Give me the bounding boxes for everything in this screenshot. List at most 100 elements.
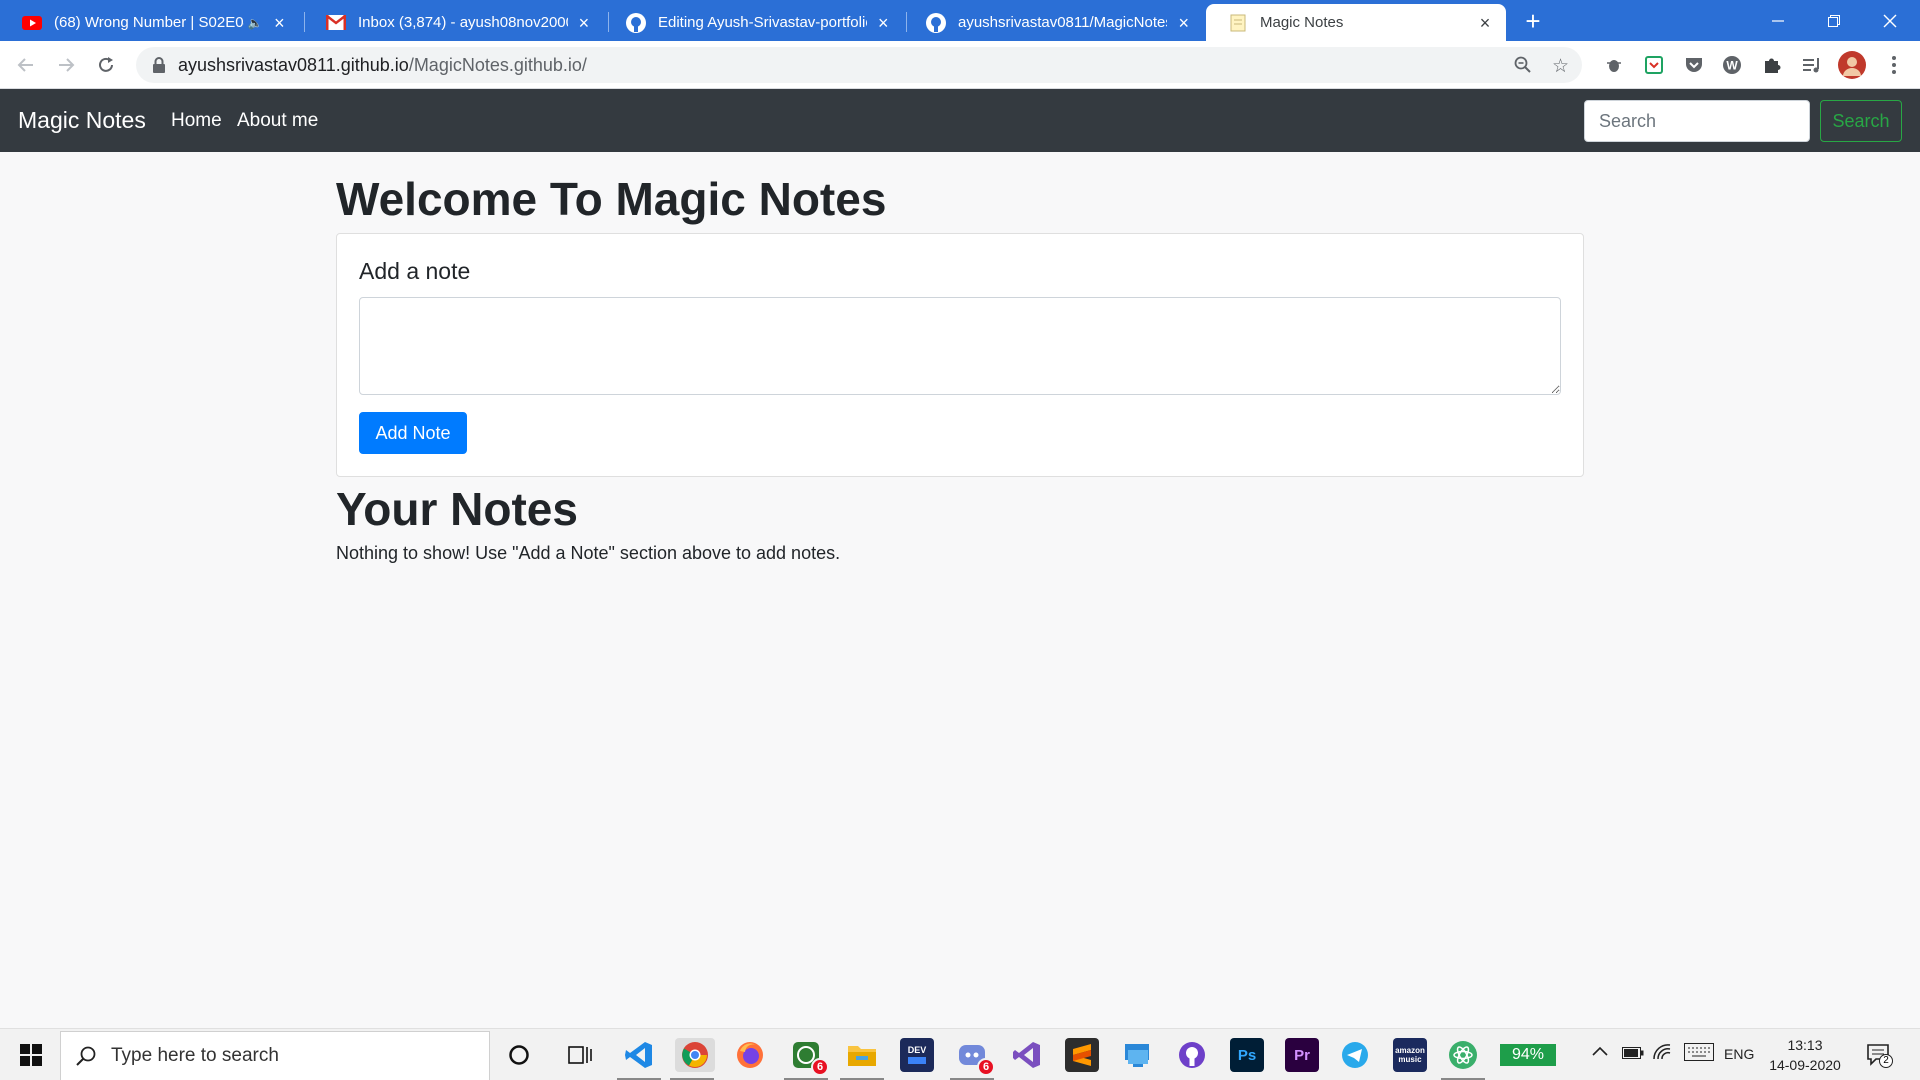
forward-arrow-icon: [59, 58, 75, 72]
battery-percentage[interactable]: 94%: [1500, 1044, 1556, 1066]
profile-avatar[interactable]: [1838, 51, 1866, 79]
extension-wordpress-icon[interactable]: W: [1720, 53, 1744, 77]
browser-tab-gmail[interactable]: Inbox (3,874) - ayush08nov2000@ ×: [304, 4, 604, 41]
close-window-button[interactable]: [1862, 0, 1918, 41]
clock-time: 13:13: [1787, 1037, 1823, 1053]
empty-notes-message: Nothing to show! Use "Add a Note" sectio…: [336, 543, 841, 563]
browser-tab-magic-notes[interactable]: Magic Notes ×: [1206, 4, 1506, 41]
photoshop-icon[interactable]: Ps: [1230, 1038, 1264, 1072]
wifi-icon[interactable]: [1652, 1043, 1672, 1064]
extension-bug-icon[interactable]: [1602, 53, 1626, 77]
tab-close-icon[interactable]: ×: [1476, 14, 1494, 32]
gmail-icon: [326, 13, 346, 33]
keyboard-icon[interactable]: [1684, 1043, 1714, 1064]
restore-button[interactable]: [1806, 0, 1862, 41]
file-explorer-icon[interactable]: [840, 1038, 884, 1080]
restore-icon: [1828, 14, 1840, 27]
sublime-text-icon[interactable]: [1065, 1038, 1099, 1072]
card-title: Add a note: [359, 258, 471, 284]
site-navbar: Magic Notes Home About me Search: [0, 89, 1920, 152]
svg-text:DEV: DEV: [908, 1045, 927, 1055]
cortana-icon[interactable]: [502, 1038, 536, 1072]
premiere-pro-icon[interactable]: Pr: [1285, 1038, 1319, 1072]
lock-icon: [153, 57, 165, 73]
taskbar-search-box[interactable]: Type here to search: [60, 1031, 490, 1080]
browser-tab-github-editing[interactable]: Editing Ayush-Srivastav-portfolio ×: [604, 4, 904, 41]
add-note-button[interactable]: Add Note: [359, 412, 467, 454]
tab-title: (68) Wrong Number | S02E04: [54, 14, 244, 31]
url-text: ayushsrivastav0811.github.io/MagicNotes.…: [178, 55, 587, 76]
start-button[interactable]: [8, 1029, 54, 1080]
forward-button[interactable]: [52, 51, 80, 79]
language-indicator[interactable]: ENG: [1724, 1046, 1754, 1062]
nav-link-about[interactable]: About me: [237, 110, 318, 132]
chrome-icon[interactable]: [670, 1038, 715, 1080]
browser-tab-strip: (68) Wrong Number | S02E04 🔈 × Inbox (3,…: [0, 0, 1920, 41]
system-clock[interactable]: 13:13 14-09-2020: [1765, 1035, 1845, 1075]
note-textarea[interactable]: [359, 297, 1561, 395]
tab-close-icon[interactable]: ×: [576, 14, 592, 32]
address-bar[interactable]: ayushsrivastav0811.github.io/MagicNotes.…: [136, 47, 1582, 83]
bookmark-star-icon[interactable]: ☆: [1552, 55, 1569, 78]
tab-title: Editing Ayush-Srivastav-portfolio: [658, 14, 867, 31]
windows-taskbar: Type here to search 6 DEV 6 Ps Pr amazon…: [0, 1028, 1920, 1080]
remote-desktop-icon[interactable]: [1120, 1038, 1154, 1072]
page-title: Welcome To Magic Notes: [336, 173, 887, 225]
back-arrow-icon: [17, 58, 33, 72]
media-control-icon[interactable]: [1800, 53, 1824, 77]
search-button[interactable]: Search: [1820, 100, 1902, 142]
visual-studio-icon[interactable]: [1010, 1038, 1044, 1072]
chrome-menu-icon[interactable]: [1882, 53, 1906, 77]
minimize-button[interactable]: [1750, 0, 1806, 41]
new-tab-button[interactable]: +: [1519, 8, 1547, 36]
github-icon: [926, 12, 946, 33]
reload-button[interactable]: [92, 51, 120, 79]
battery-icon[interactable]: [1622, 1046, 1644, 1062]
discord-icon[interactable]: 6: [950, 1038, 995, 1080]
firefox-icon[interactable]: [733, 1038, 767, 1072]
dev-to-icon[interactable]: DEV: [900, 1038, 934, 1072]
whatsapp-badge: 6: [811, 1058, 829, 1076]
zoom-icon[interactable]: [1514, 56, 1532, 79]
nav-link-home[interactable]: Home: [171, 110, 222, 132]
add-note-card: Add a note Add Note: [336, 233, 1584, 477]
speaker-icon[interactable]: 🔈: [248, 16, 263, 30]
url-host: ayushsrivastav0811.github.io: [178, 54, 409, 75]
taskbar-search-placeholder: Type here to search: [111, 1045, 279, 1066]
page-icon: [1228, 13, 1248, 33]
tab-close-icon[interactable]: ×: [271, 14, 288, 32]
task-view-icon[interactable]: [563, 1038, 597, 1072]
github-desktop-icon[interactable]: [1175, 1038, 1209, 1072]
svg-text:W: W: [1726, 59, 1738, 73]
browser-tab-youtube[interactable]: (68) Wrong Number | S02E04 🔈 ×: [0, 4, 300, 41]
extension-pocket-icon[interactable]: [1682, 53, 1706, 77]
url-path: /MagicNotes.github.io/: [408, 54, 587, 75]
tab-title: Inbox (3,874) - ayush08nov2000@: [358, 14, 568, 31]
search-input[interactable]: [1584, 100, 1810, 142]
browser-toolbar: ayushsrivastav0811.github.io/MagicNotes.…: [0, 41, 1920, 89]
show-hidden-icons-chevron-icon[interactable]: [1592, 1043, 1608, 1059]
github-icon: [626, 12, 646, 33]
notification-count: 2: [1879, 1054, 1893, 1068]
atom-icon[interactable]: [1441, 1038, 1485, 1080]
notification-center-button[interactable]: 2: [1866, 1043, 1893, 1072]
browser-tab-github-repo[interactable]: ayushsrivastav0811/MagicNotes.g ×: [904, 4, 1204, 41]
tab-close-icon[interactable]: ×: [1175, 14, 1192, 32]
notes-heading: Your Notes: [336, 483, 578, 535]
reload-icon: [99, 57, 113, 72]
extensions-puzzle-icon[interactable]: [1760, 53, 1784, 77]
minimize-icon: [1772, 19, 1784, 22]
site-brand[interactable]: Magic Notes: [18, 107, 146, 134]
amazon-music-icon[interactable]: amazon music: [1393, 1038, 1427, 1072]
telegram-icon[interactable]: [1338, 1038, 1372, 1072]
back-button[interactable]: [12, 51, 40, 79]
vscode-icon[interactable]: [617, 1038, 661, 1080]
discord-badge: 6: [977, 1058, 995, 1076]
tab-close-icon[interactable]: ×: [875, 14, 892, 32]
close-icon: [1883, 14, 1897, 27]
whatsapp-icon[interactable]: 6: [784, 1038, 829, 1080]
windows-logo-icon: [20, 1044, 42, 1066]
clock-date: 14-09-2020: [1769, 1057, 1841, 1073]
tab-title: ayushsrivastav0811/MagicNotes.g: [958, 14, 1168, 31]
extension-pocket-save-icon[interactable]: [1642, 53, 1666, 77]
